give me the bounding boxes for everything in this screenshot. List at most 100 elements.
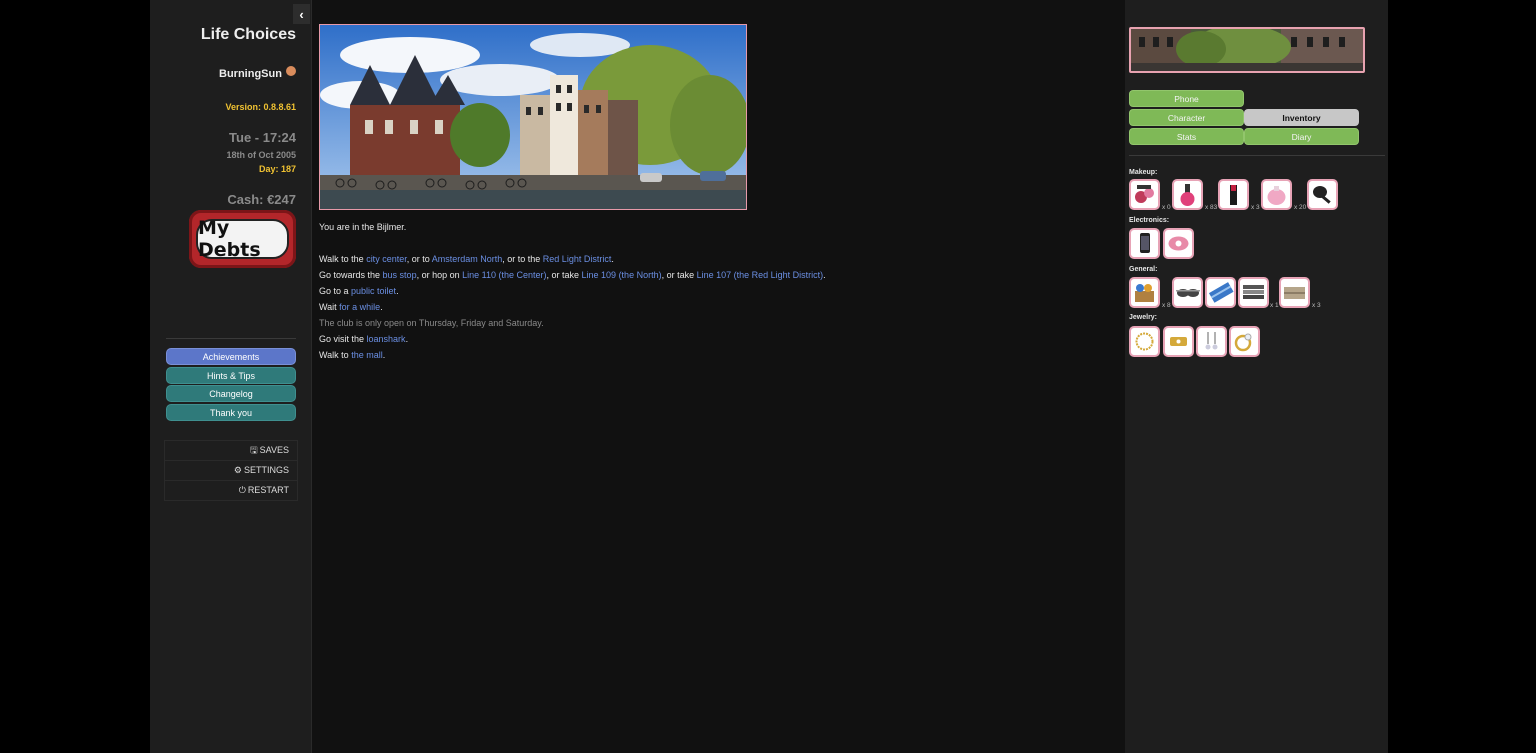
my-debts-button[interactable]: My Debts	[189, 210, 296, 268]
transport-sep-1: , or hop on	[416, 270, 463, 280]
character-banner-image	[1129, 27, 1365, 73]
books-count: x 1	[1270, 302, 1279, 309]
ring-icon	[1234, 333, 1252, 352]
settings-label: SETTINGS	[243, 465, 289, 475]
public-toilet-link[interactable]: public toilet	[351, 286, 396, 296]
tab-character[interactable]: Character	[1129, 109, 1244, 126]
walk-end: .	[611, 254, 614, 264]
books-icon	[1243, 285, 1264, 299]
wait-link[interactable]: for a while	[339, 302, 380, 312]
phone-item[interactable]	[1129, 228, 1160, 259]
red-light-district-link[interactable]: Red Light District	[543, 254, 612, 264]
hairbrush-item[interactable]	[1307, 179, 1338, 210]
lipstick-count: x 3	[1251, 204, 1260, 211]
necklace-item[interactable]	[1129, 326, 1160, 357]
power-icon: ⏻	[238, 485, 246, 495]
necklace-icon	[1135, 332, 1154, 351]
makeup-kit-count: x 0	[1162, 204, 1171, 211]
cash-label: Cash: €247	[227, 192, 296, 207]
perfume-item[interactable]	[1261, 179, 1292, 210]
bracelet-item[interactable]	[1163, 326, 1194, 357]
game-title: Life Choices	[200, 26, 296, 43]
makeup-kit-icon	[1135, 185, 1154, 203]
tab-diary[interactable]: Diary	[1244, 128, 1359, 145]
panel-divider	[1129, 155, 1385, 156]
nail-polish-icon	[1180, 184, 1195, 206]
save-icon: 🖫	[249, 445, 258, 455]
bracelet-icon	[1170, 337, 1187, 346]
lipstick-icon	[1230, 185, 1237, 205]
lipstick-item[interactable]	[1218, 179, 1249, 210]
settings-menu-item[interactable]: ⚙ SETTINGS	[165, 461, 297, 481]
saves-label: SAVES	[259, 445, 289, 455]
collapse-sidebar-button[interactable]: ‹	[293, 4, 310, 24]
wait-end: .	[380, 302, 383, 312]
player-status-icon	[286, 66, 296, 77]
towel-item[interactable]	[1205, 277, 1236, 308]
location-description: You are in the Bijlmer.	[319, 222, 407, 232]
thank-you-button[interactable]: Thank you	[166, 404, 296, 421]
books-item[interactable]	[1238, 277, 1269, 308]
ring-item[interactable]	[1229, 326, 1260, 357]
walk-options-line: Walk to the city center, or to Amsterdam…	[319, 251, 826, 267]
earrings-icon	[1205, 332, 1218, 350]
chevron-left-icon: ‹	[299, 6, 304, 22]
gift-basket-count: x 8	[1162, 302, 1171, 309]
loanshark-link[interactable]: loanshark	[367, 334, 406, 344]
category-electronics: Electronics:	[1129, 217, 1170, 224]
ipod-item[interactable]	[1163, 228, 1194, 259]
walk-text: Walk to the	[319, 254, 367, 264]
clothing-item[interactable]	[1279, 277, 1310, 308]
mall-link[interactable]: the mall	[351, 350, 383, 360]
passage-text: You are in the Bijlmer. Walk to the city…	[319, 219, 826, 363]
category-general: General:	[1129, 266, 1158, 273]
loanshark-end: .	[405, 334, 409, 344]
transport-options-line: Go towards the bus stop, or hop on Line …	[319, 267, 826, 283]
transport-text: Go towards the	[319, 270, 383, 280]
amsterdam-north-link[interactable]: Amsterdam North	[432, 254, 503, 264]
player-name[interactable]: BurningSun	[160, 66, 296, 80]
tab-stats[interactable]: Stats	[1129, 128, 1244, 145]
folded-clothes-icon	[1284, 287, 1305, 299]
sunglasses-item[interactable]	[1172, 277, 1203, 308]
hints-tips-button[interactable]: Hints & Tips	[166, 367, 296, 384]
achievements-button[interactable]: Achievements	[166, 348, 296, 365]
version-label: Version: 0.8.8.61	[225, 102, 296, 112]
sunglasses-icon	[1176, 289, 1200, 297]
line-110-link[interactable]: Line 110 (the Center)	[462, 270, 546, 280]
loanshark-text: Go visit the	[319, 334, 367, 344]
location-image	[319, 24, 747, 210]
toilet-end: .	[396, 286, 399, 296]
bus-stop-link[interactable]: bus stop	[383, 270, 417, 280]
restart-menu-item[interactable]: ⏻ RESTART	[165, 481, 297, 500]
city-center-link[interactable]: city center	[366, 254, 407, 264]
street-banner-picture	[1131, 29, 1363, 71]
day-label: Day: 187	[258, 164, 296, 174]
tab-inventory[interactable]: Inventory	[1244, 109, 1359, 126]
makeup-kit-item[interactable]	[1129, 179, 1160, 210]
saves-menu-item[interactable]: 🖫 SAVES	[165, 441, 297, 461]
toilet-text: Go to a	[319, 286, 352, 296]
gear-icon: ⚙	[233, 465, 242, 475]
loanshark-line: Go visit the loanshark.	[319, 331, 826, 347]
tab-phone[interactable]: Phone	[1129, 90, 1244, 107]
mall-end: .	[382, 350, 386, 360]
gift-basket-item[interactable]	[1129, 277, 1160, 308]
system-menu: 🖫 SAVES ⚙ SETTINGS ⏻ RESTART	[164, 440, 298, 501]
category-makeup: Makeup:	[1129, 169, 1158, 176]
line-107-link[interactable]: Line 107 (the Red Light District)	[697, 270, 824, 280]
earrings-item[interactable]	[1196, 326, 1227, 357]
music-player-icon	[1168, 236, 1189, 251]
towel-icon	[1208, 282, 1234, 303]
gift-basket-icon	[1135, 284, 1154, 302]
mall-text: Walk to	[319, 350, 352, 360]
player-name-label: BurningSun	[219, 68, 282, 80]
line-109-link[interactable]: Line 109 (the North)	[582, 270, 662, 280]
changelog-button[interactable]: Changelog	[166, 385, 296, 402]
nail-polish-item[interactable]	[1172, 179, 1203, 210]
amsterdam-street-picture	[320, 25, 746, 209]
time-label: Tue - 17:24	[229, 130, 296, 145]
transport-sep-3: , or take	[661, 270, 697, 280]
wait-line: Wait for a while.	[319, 299, 826, 315]
